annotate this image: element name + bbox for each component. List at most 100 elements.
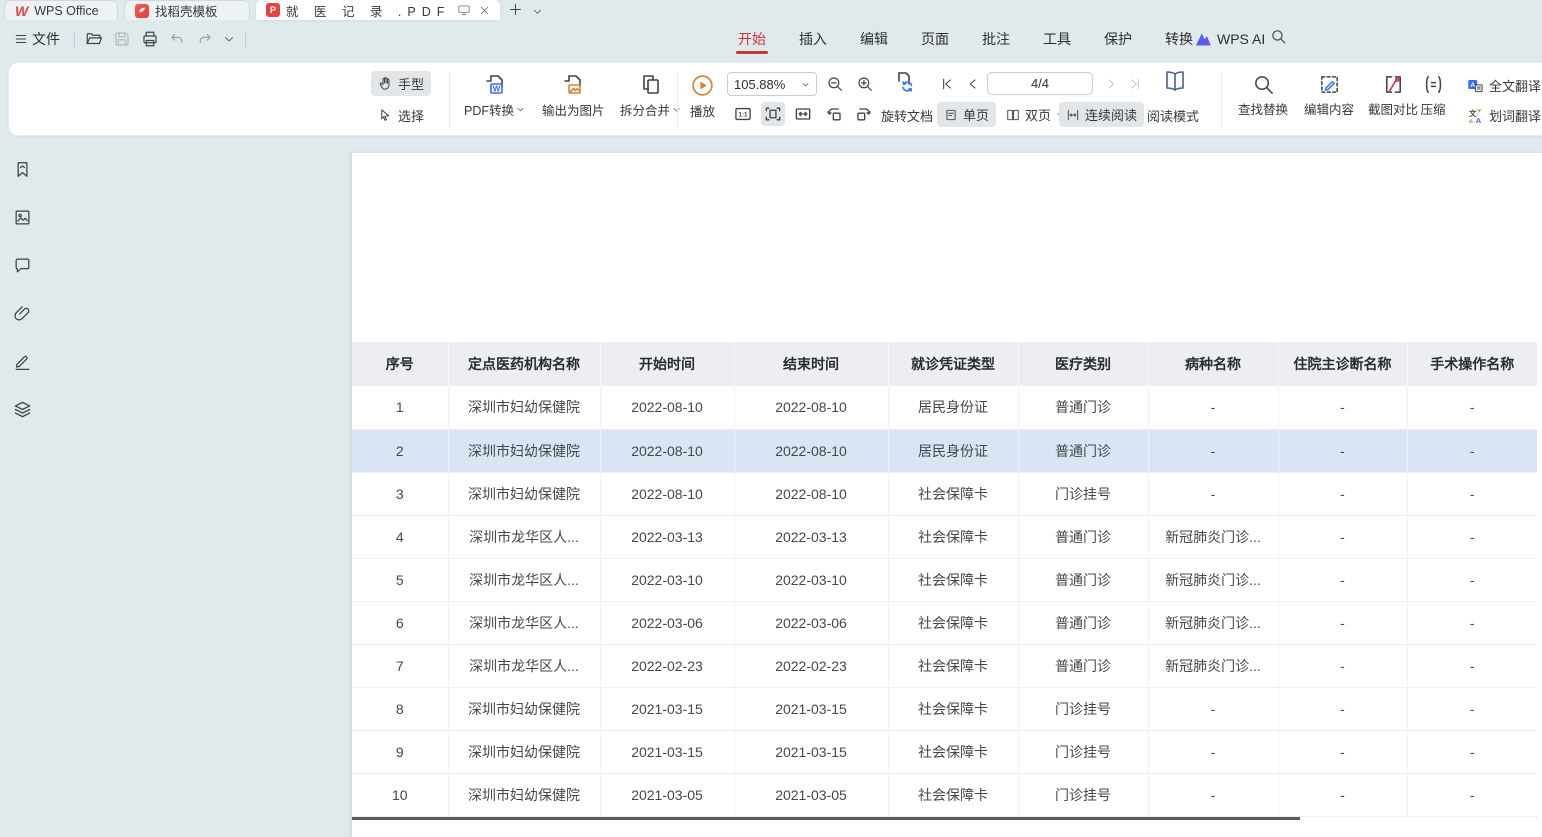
table-cell: 门诊挂号 (1018, 730, 1148, 773)
menu-item[interactable]: 开始 (736, 21, 768, 57)
table-cell: - (1148, 687, 1278, 730)
table-cell: - (1148, 472, 1278, 515)
monitor-icon[interactable] (457, 3, 471, 17)
edit-content-button[interactable]: 编辑内容 (1297, 69, 1361, 122)
table-cell: - (1148, 730, 1278, 773)
new-tab-icon[interactable] (508, 2, 523, 17)
play-button[interactable]: 播放 (685, 69, 720, 124)
table-cell: 4 (352, 515, 448, 558)
actual-size-icon[interactable]: 1:1 (731, 102, 755, 126)
zoom-in-icon[interactable] (853, 72, 877, 96)
wps-ai-label: WPS AI (1217, 31, 1265, 47)
table-cell: - (1407, 515, 1537, 558)
comment-icon[interactable] (9, 252, 35, 278)
menu-item[interactable]: 插入 (797, 21, 829, 57)
table-row: 1深圳市妇幼保健院2022-08-102022-08-10居民身份证普通门诊--… (352, 386, 1537, 429)
table-cell: 2022-08-10 (600, 472, 734, 515)
last-page-icon[interactable] (1123, 72, 1147, 96)
table-cell: - (1278, 601, 1407, 644)
table-cell: 2022-08-10 (600, 429, 734, 472)
page-number-input[interactable]: 4/4 (987, 72, 1093, 95)
menu-item[interactable]: 页面 (919, 21, 951, 57)
tab-pdf-document[interactable]: P 就 医 记 录 .PDF (256, 0, 500, 20)
read-mode-label[interactable]: 阅读模式 (1147, 106, 1199, 125)
split-merge-button[interactable]: 拆分合并 (615, 69, 686, 123)
search-icon[interactable] (1270, 28, 1287, 45)
close-tab-icon[interactable] (479, 5, 490, 16)
select-tool-button[interactable]: 选择 (371, 103, 431, 128)
table-cell: - (1278, 730, 1407, 773)
rotate-left-icon[interactable] (823, 102, 847, 126)
compress-button[interactable]: 压缩 (1409, 69, 1457, 122)
continuous-reading-button[interactable]: 连续阅读 (1059, 102, 1144, 127)
table-cell: 社会保障卡 (888, 515, 1018, 558)
next-page-icon[interactable] (1099, 72, 1123, 96)
read-mode-icon[interactable] (1163, 69, 1187, 93)
divider (245, 31, 246, 47)
chevron-down-icon (516, 105, 525, 114)
layers-icon[interactable] (9, 396, 35, 422)
table-cell: - (1407, 558, 1537, 601)
cursor-icon (378, 108, 393, 123)
find-replace-button[interactable]: 查找替换 (1231, 69, 1295, 122)
menu-item[interactable]: 编辑 (858, 21, 890, 57)
fit-page-icon[interactable] (761, 102, 785, 126)
menu-item[interactable]: 转换 (1163, 21, 1195, 57)
tab-wps-office[interactable]: W WPS Office (4, 0, 118, 20)
single-page-icon (944, 108, 958, 122)
table-cell: 2021-03-05 (734, 773, 888, 816)
hand-tool-label: 手型 (398, 74, 424, 93)
menu-item[interactable]: 批注 (980, 21, 1012, 57)
open-file-icon[interactable] (85, 30, 103, 48)
rotate-right-icon[interactable] (851, 102, 875, 126)
zoom-level-dropdown[interactable]: 105.88% (727, 72, 817, 96)
table-row: 9深圳市妇幼保健院2021-03-152021-03-15社会保障卡门诊挂号--… (352, 730, 1537, 773)
single-page-button[interactable]: 单页 (937, 102, 996, 127)
continuous-reading-icon (1066, 108, 1080, 122)
table-cell: 2021-03-15 (734, 730, 888, 773)
fit-width-icon[interactable] (791, 102, 815, 126)
undo-icon[interactable] (169, 31, 186, 48)
export-image-button[interactable]: 输出为图片 (537, 69, 610, 123)
tab-list-chevron-icon[interactable] (532, 6, 543, 17)
print-icon[interactable] (141, 30, 159, 48)
word-translate-button[interactable]: 文A 划词翻译 (1459, 103, 1542, 128)
table-row: 2深圳市妇幼保健院2022-08-102022-08-10居民身份证普通门诊--… (352, 429, 1537, 472)
play-icon (690, 73, 715, 98)
table-cell: 社会保障卡 (888, 472, 1018, 515)
save-icon[interactable] (113, 30, 131, 48)
pdf-convert-button[interactable]: W PDF转换 (459, 69, 530, 123)
first-page-icon[interactable] (935, 72, 959, 96)
wps-ai-button[interactable]: WPS AI (1195, 20, 1265, 58)
rotate-document-icon[interactable] (893, 70, 917, 94)
pdf-page: 序号定点医药机构名称开始时间结束时间就诊凭证类型医疗类别病种名称住院主诊断名称手… (352, 153, 1542, 837)
more-tools-chevron-icon[interactable] (223, 33, 235, 45)
table-cell: 深圳市龙华区人... (448, 558, 600, 601)
thumbnails-icon[interactable] (9, 204, 35, 230)
redo-icon[interactable] (196, 31, 213, 48)
rotate-document-label[interactable]: 旋转文档 (881, 106, 933, 125)
side-panel-rail (0, 136, 44, 837)
table-cell: 2022-08-10 (734, 386, 888, 429)
double-page-label: 双页 (1025, 105, 1051, 124)
tab-docer-templates[interactable]: 找稻壳模板 (124, 0, 250, 20)
table-cell: 7 (352, 644, 448, 687)
attachment-icon[interactable] (9, 300, 35, 326)
zoom-out-icon[interactable] (823, 72, 847, 96)
bookmark-icon[interactable] (9, 156, 35, 182)
medical-records-table: 序号定点医药机构名称开始时间结束时间就诊凭证类型医疗类别病种名称住院主诊断名称手… (352, 342, 1537, 820)
signature-icon[interactable] (9, 348, 35, 374)
menu-item[interactable]: 工具 (1041, 21, 1073, 57)
table-cell: 居民身份证 (888, 429, 1018, 472)
table-cell: - (1407, 687, 1537, 730)
hand-tool-button[interactable]: 手型 (371, 71, 431, 96)
file-menu-button[interactable]: 文件 (10, 26, 64, 52)
column-header: 序号 (352, 342, 448, 386)
table-cell: 社会保障卡 (888, 773, 1018, 816)
table-header-row: 序号定点医药机构名称开始时间结束时间就诊凭证类型医疗类别病种名称住院主诊断名称手… (352, 342, 1537, 386)
full-text-translate-button[interactable]: A 全文翻译 (1459, 73, 1542, 98)
menu-item[interactable]: 保护 (1102, 21, 1134, 57)
screenshot-compare-icon (1382, 73, 1405, 96)
previous-page-icon[interactable] (961, 72, 985, 96)
table-cell: - (1278, 773, 1407, 816)
